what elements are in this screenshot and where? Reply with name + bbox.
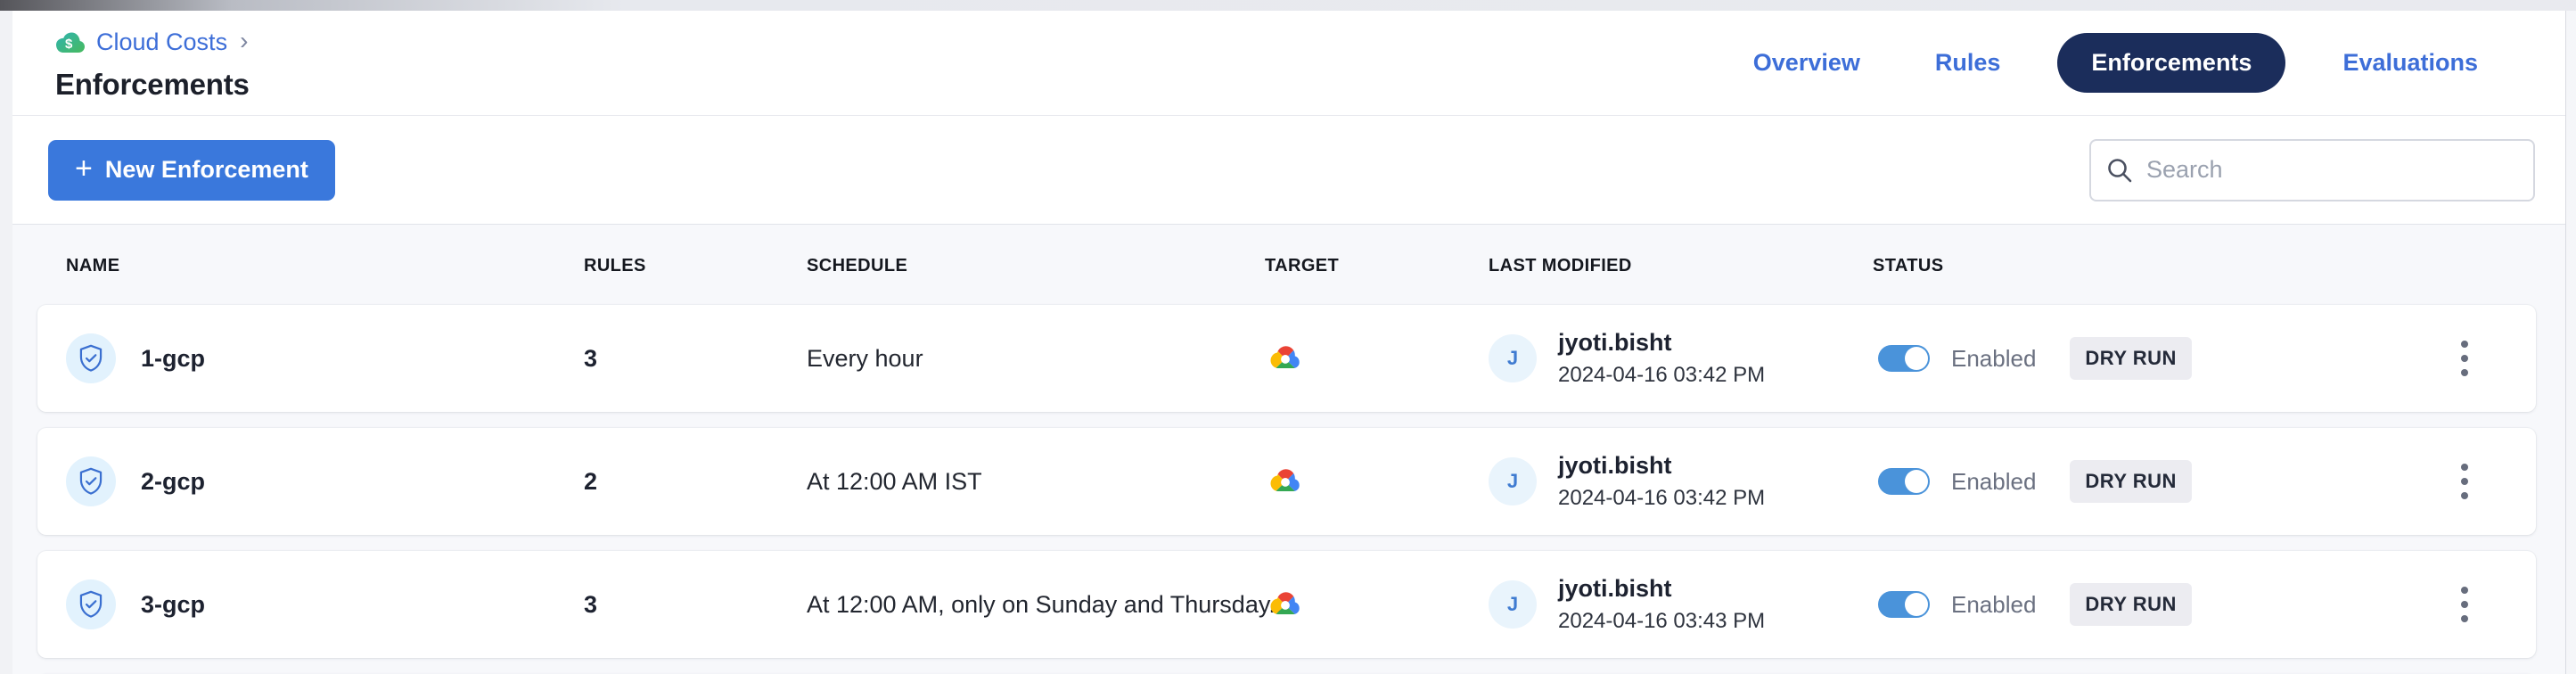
table-row[interactable]: 1-gcp 3 Every hour J jyoti.bisht 2024-04…	[37, 305, 2536, 412]
search-icon	[2105, 156, 2134, 185]
column-header-rules: RULES	[584, 256, 807, 276]
column-header-status: STATUS	[1873, 256, 2393, 276]
plus-icon: +	[75, 153, 93, 184]
shield-check-icon	[66, 456, 116, 506]
window-top-edge	[0, 0, 2576, 11]
modified-by: jyoti.bisht	[1558, 329, 1765, 357]
cloud-costs-icon: $	[55, 30, 86, 53]
scrollbar-track[interactable]	[2565, 0, 2576, 674]
shield-check-icon	[66, 333, 116, 383]
enabled-toggle[interactable]	[1878, 591, 1930, 618]
breadcrumb-chevron-icon: ›	[240, 27, 248, 55]
modified-at: 2024-04-16 03:42 PM	[1558, 486, 1765, 511]
dry-run-badge: DRY RUN	[2070, 460, 2192, 503]
toolbar: + New Enforcement	[12, 116, 2565, 225]
enforcement-name: 2-gcp	[141, 468, 205, 496]
rules-count: 3	[584, 345, 807, 373]
gcp-target-icon	[1265, 464, 1306, 498]
enforcement-name: 1-gcp	[141, 345, 205, 373]
modified-by: jyoti.bisht	[1558, 575, 1765, 603]
rules-count: 2	[584, 468, 807, 496]
new-enforcement-button[interactable]: + New Enforcement	[48, 140, 335, 201]
tab-rules[interactable]: Rules	[1898, 35, 2039, 91]
module-nav: Overview Rules Enforcements Evaluations	[1716, 11, 2515, 115]
shield-check-icon	[66, 579, 116, 629]
table-row[interactable]: 3-gcp 3 At 12:00 AM, only on Sunday and …	[37, 551, 2536, 658]
gcp-target-icon	[1265, 341, 1306, 375]
status-label: Enabled	[1951, 591, 2036, 619]
gcp-target-icon	[1265, 588, 1306, 621]
status-label: Enabled	[1951, 345, 2036, 373]
new-enforcement-button-label: New Enforcement	[105, 156, 308, 184]
breadcrumb-cloud-costs-link[interactable]: Cloud Costs	[96, 29, 227, 56]
page-header: $ Cloud Costs › Enforcements Overview Ru…	[12, 11, 2565, 116]
modified-by: jyoti.bisht	[1558, 452, 1765, 480]
column-header-name: NAME	[66, 256, 584, 276]
tab-overview[interactable]: Overview	[1716, 35, 1898, 91]
enabled-toggle[interactable]	[1878, 345, 1930, 372]
avatar: J	[1489, 580, 1537, 629]
tab-evaluations[interactable]: Evaluations	[2305, 35, 2515, 91]
modified-at: 2024-04-16 03:43 PM	[1558, 609, 1765, 634]
avatar: J	[1489, 457, 1537, 506]
svg-text:$: $	[65, 37, 73, 52]
enforcements-page: $ Cloud Costs › Enforcements Overview Ru…	[12, 11, 2565, 674]
avatar: J	[1489, 334, 1537, 382]
dry-run-badge: DRY RUN	[2070, 337, 2192, 380]
column-header-target: TARGET	[1265, 256, 1489, 276]
table-header-row: NAME RULES SCHEDULE TARGET LAST MODIFIED…	[37, 226, 2536, 305]
tab-enforcements[interactable]: Enforcements	[2057, 33, 2285, 93]
dry-run-badge: DRY RUN	[2070, 583, 2192, 626]
breadcrumb: $ Cloud Costs ›	[55, 25, 250, 59]
schedule-text: At 12:00 AM IST	[807, 468, 1265, 496]
status-label: Enabled	[1951, 468, 2036, 496]
schedule-text: At 12:00 AM, only on Sunday and Thursday…	[807, 591, 1265, 619]
row-menu-icon[interactable]	[2438, 450, 2491, 513]
enforcements-table: NAME RULES SCHEDULE TARGET LAST MODIFIED…	[12, 225, 2565, 674]
enabled-toggle[interactable]	[1878, 468, 1930, 495]
left-gutter	[0, 0, 12, 674]
enforcement-name: 3-gcp	[141, 591, 205, 619]
search-container	[2089, 139, 2535, 201]
column-header-schedule: SCHEDULE	[807, 256, 1265, 276]
row-menu-icon[interactable]	[2438, 327, 2491, 390]
schedule-text: Every hour	[807, 345, 1265, 373]
row-menu-icon[interactable]	[2438, 573, 2491, 636]
search-input[interactable]	[2089, 139, 2535, 201]
page-title: Enforcements	[55, 68, 250, 102]
modified-at: 2024-04-16 03:42 PM	[1558, 363, 1765, 388]
table-row[interactable]: 2-gcp 2 At 12:00 AM IST J jyoti.bisht 20…	[37, 428, 2536, 535]
rules-count: 3	[584, 591, 807, 619]
column-header-last-modified: LAST MODIFIED	[1489, 256, 1873, 276]
